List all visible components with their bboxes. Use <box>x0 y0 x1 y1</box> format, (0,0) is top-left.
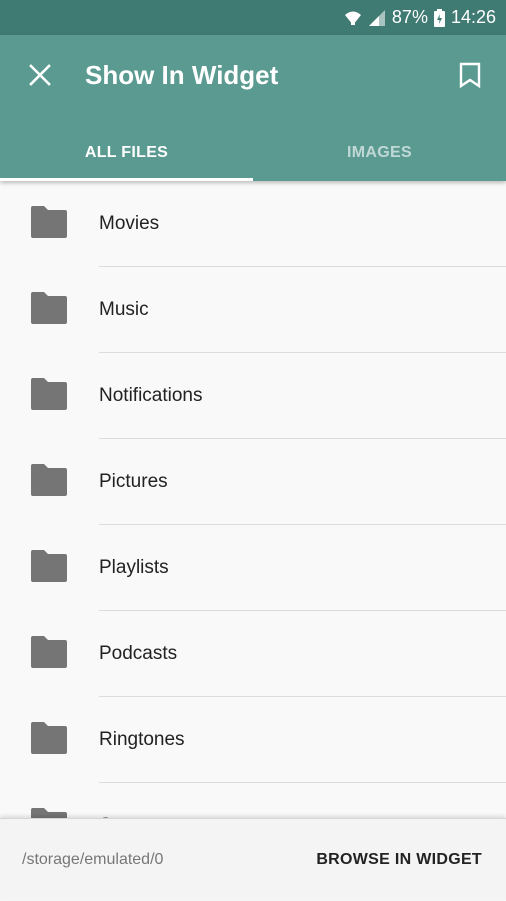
bookmark-button[interactable] <box>452 57 488 93</box>
folder-name: Movies <box>99 213 160 234</box>
folder-icon <box>31 550 67 582</box>
clock: 14:26 <box>450 7 496 27</box>
close-button[interactable] <box>22 57 58 93</box>
bottom-bar: /storage/emulated/0 BROWSE IN WIDGET <box>0 818 506 900</box>
tab-label: ALL FILES <box>84 144 169 161</box>
tab-all-files[interactable]: ALL FILES <box>0 125 253 181</box>
list-item-music[interactable]: Music <box>0 267 506 353</box>
folder-icon <box>31 722 67 754</box>
list-item-partial[interactable]: S <box>0 783 506 818</box>
list-item-movies[interactable]: Movies <box>0 181 506 267</box>
list-item-playlists[interactable]: Playlists <box>0 525 506 611</box>
folder-icon <box>31 378 67 410</box>
browse-in-widget-button[interactable]: BROWSE IN WIDGET <box>316 819 482 901</box>
signal-icon <box>368 9 386 27</box>
list-item-podcasts[interactable]: Podcasts <box>0 611 506 697</box>
status-bar: 87% 14:26 <box>0 0 506 35</box>
tab-label: IMAGES <box>347 144 412 161</box>
current-path: /storage/emulated/0 <box>22 851 164 868</box>
folder-name: Pictures <box>99 471 168 492</box>
tab-images[interactable]: IMAGES <box>253 125 506 181</box>
folder-icon <box>31 206 67 238</box>
folder-name: S <box>99 783 112 818</box>
close-icon <box>29 64 51 86</box>
folder-name: Ringtones <box>99 729 185 750</box>
bookmark-icon <box>459 62 481 88</box>
folder-icon <box>31 636 67 668</box>
tab-bar: ALL FILES IMAGES <box>0 125 506 181</box>
folder-name: Music <box>99 299 149 320</box>
list-item-notifications[interactable]: Notifications <box>0 353 506 439</box>
folder-list[interactable]: Movies Music Notifications Pictures Play… <box>0 181 506 818</box>
list-item-ringtones[interactable]: Ringtones <box>0 697 506 783</box>
folder-name: Notifications <box>99 385 203 406</box>
folder-name: Playlists <box>99 557 169 578</box>
folder-icon <box>31 808 67 818</box>
wifi-icon <box>344 10 362 26</box>
folder-icon <box>31 292 67 324</box>
page-title: Show In Widget <box>85 60 279 90</box>
battery-percentage: 87% <box>391 7 428 27</box>
folder-name: Podcasts <box>99 643 178 664</box>
folder-icon <box>31 464 67 496</box>
battery-icon <box>433 8 445 27</box>
app-bar: Show In Widget ALL FILES IMAGES <box>0 35 506 181</box>
list-item-pictures[interactable]: Pictures <box>0 439 506 525</box>
